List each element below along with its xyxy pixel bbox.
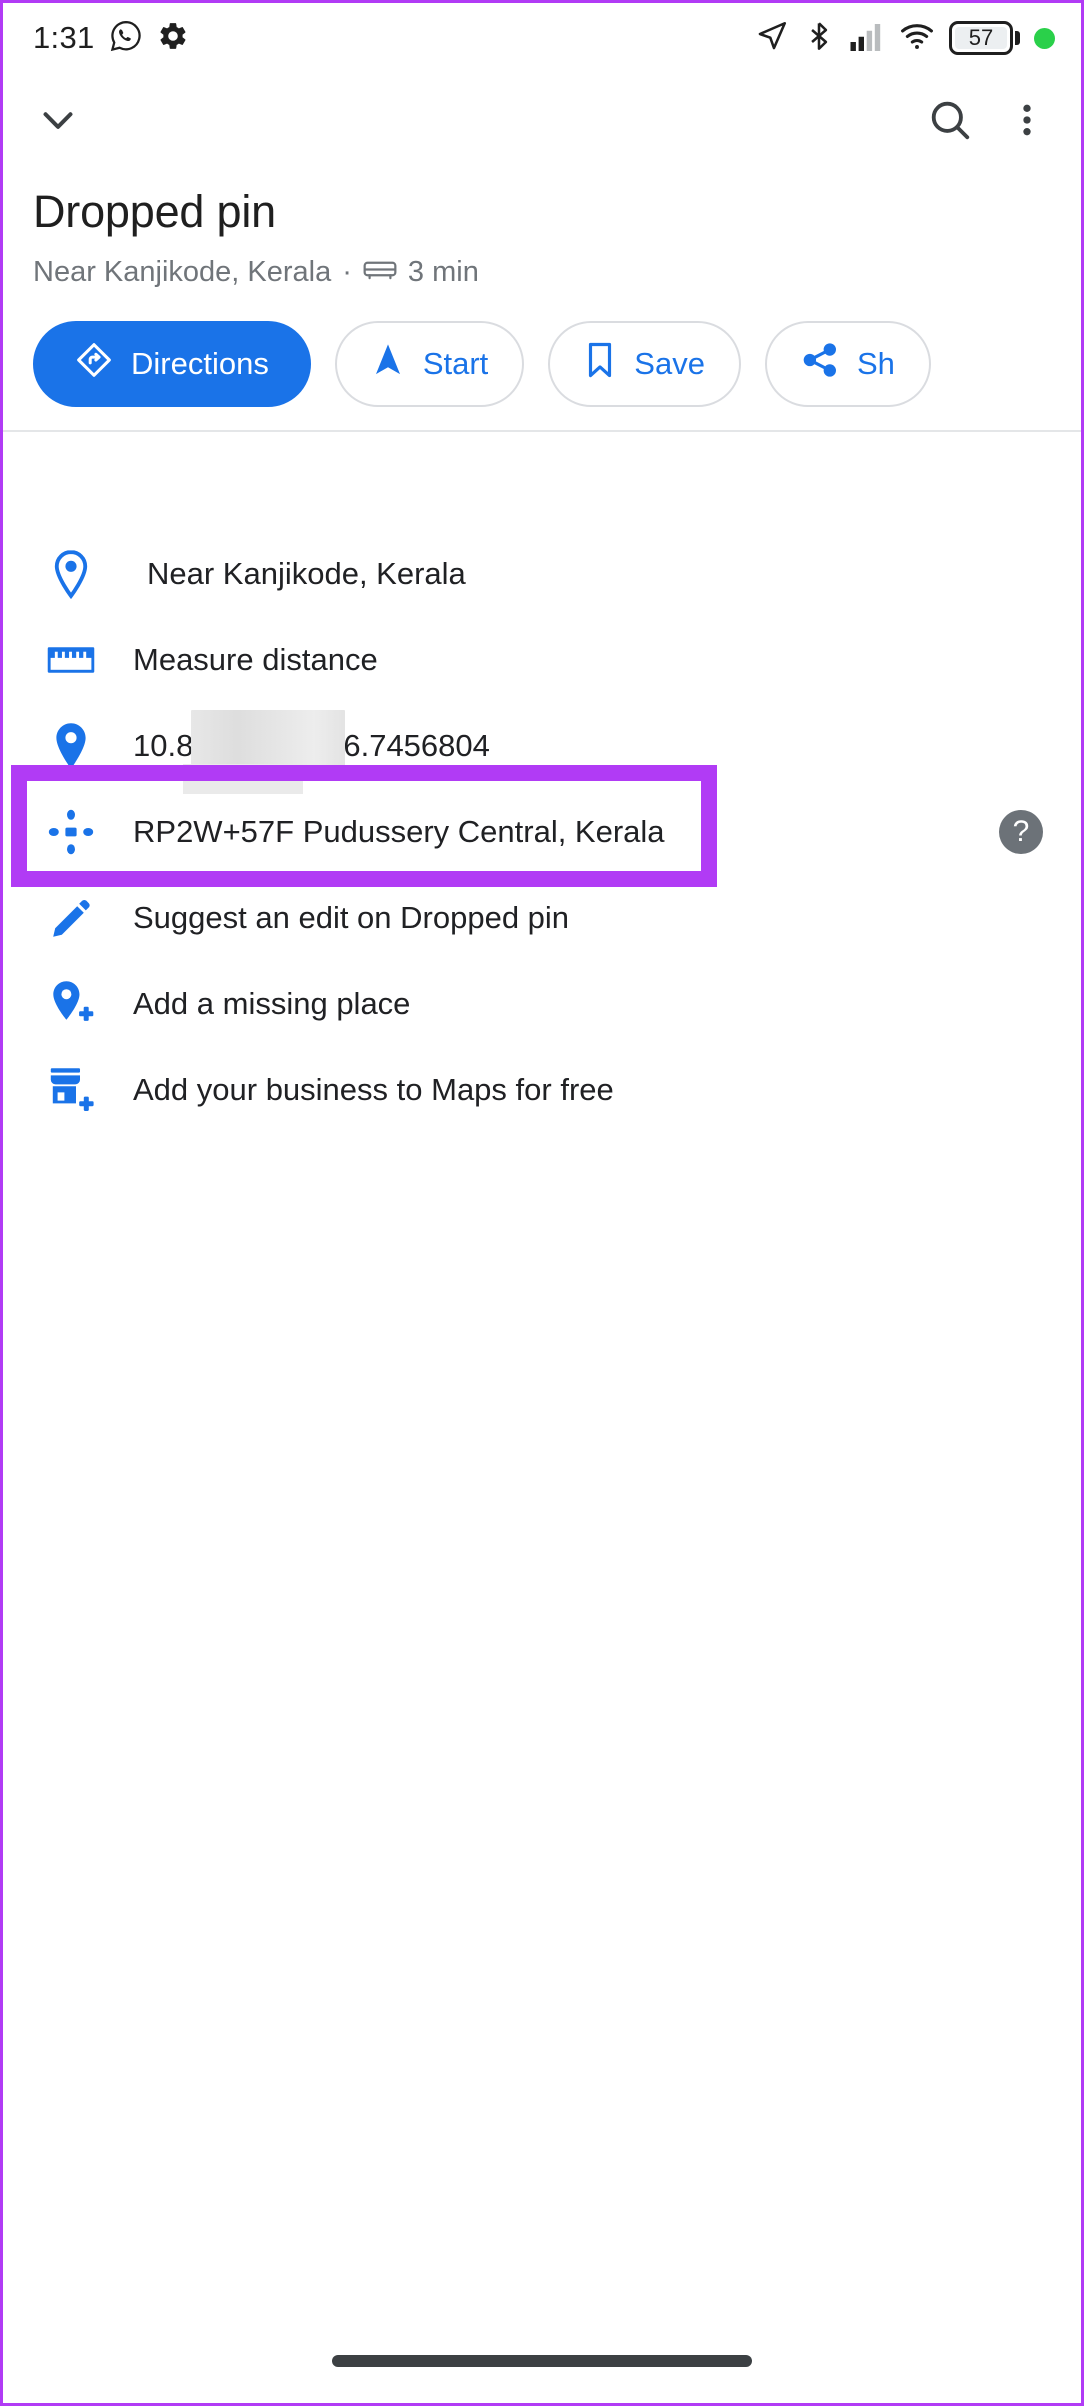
more-options-icon[interactable] [1007, 97, 1047, 148]
list-item-add-business-label: Add your business to Maps for free [133, 1072, 614, 1107]
list-item-plus-code[interactable]: RP2W+57F Pudussery Central, Kerala ? [3, 789, 1081, 875]
list-item-coordinates-label: 10.8 6.7456804 [109, 710, 490, 794]
gesture-navigation-bar[interactable] [332, 2355, 752, 2367]
action-button-row: Directions Start Save Sh [3, 312, 1081, 416]
subtitle-location: Near Kanjikode, Kerala [33, 256, 332, 288]
green-dot-indicator [1034, 27, 1055, 49]
list-item-measure-distance[interactable]: Measure distance [3, 617, 1081, 703]
wifi-icon [899, 21, 935, 56]
pencil-icon [33, 896, 109, 940]
bluetooth-icon [803, 20, 835, 57]
share-icon [801, 341, 839, 387]
bookmark-icon [584, 341, 616, 387]
subtitle-separator: · [342, 256, 352, 288]
map-pin-filled-icon [33, 721, 109, 771]
share-button[interactable]: Sh [764, 320, 931, 407]
start-button[interactable]: Start [334, 320, 525, 407]
add-place-icon [33, 979, 109, 1029]
whatsapp-icon [109, 19, 143, 58]
place-info-list: Near Kanjikode, Kerala Measure distance [3, 432, 1081, 1111]
list-item-address-label: Near Kanjikode, Kerala [147, 556, 466, 591]
gear-icon [157, 20, 189, 57]
place-subtitle: Near Kanjikode, Kerala · 3 min [33, 256, 1051, 290]
plus-code-icon [33, 808, 109, 856]
list-item-add-business[interactable]: Add your business to Maps for free [3, 1047, 1081, 1133]
status-bar-left: 1:31 [33, 19, 189, 58]
location-arrow-icon [755, 19, 789, 58]
place-header: Dropped pin Near Kanjikode, Kerala · 3 m… [3, 171, 1081, 290]
list-item-add-place-label: Add a missing place [133, 986, 411, 1021]
map-pin-icon [33, 549, 109, 599]
directions-button-label: Directions [131, 345, 269, 381]
list-item-add-place[interactable]: Add a missing place [3, 961, 1081, 1047]
battery-level-text: 57 [968, 25, 994, 50]
help-icon[interactable]: ? [999, 810, 1043, 854]
list-item-plus-code-label: RP2W+57F Pudussery Central, Kerala [133, 814, 665, 849]
share-button-label: Sh [856, 345, 895, 381]
list-item-measure-label: Measure distance [133, 642, 378, 677]
coordinates-suffix: 6.7456804 [343, 728, 490, 763]
coordinates-prefix: 10.8 [133, 728, 194, 763]
add-business-icon [33, 1065, 109, 1115]
list-item-address[interactable]: Near Kanjikode, Kerala [3, 531, 1081, 617]
ruler-icon [33, 645, 109, 675]
directions-button[interactable]: Directions [33, 320, 311, 407]
subtitle-travel-time: 3 min [407, 256, 479, 288]
list-item-suggest-edit-label: Suggest an edit on Dropped pin [133, 900, 570, 935]
page-title: Dropped pin [33, 186, 276, 237]
chevron-down-icon[interactable] [35, 97, 81, 148]
save-button[interactable]: Save [548, 320, 741, 407]
list-item-suggest-edit[interactable]: Suggest an edit on Dropped pin [3, 875, 1081, 961]
signal-bars-icon [849, 21, 885, 56]
battery-icon: 57 [949, 21, 1020, 55]
status-bar: 1:31 57 [3, 3, 1081, 73]
navigation-arrow-icon [371, 342, 405, 386]
coordinates-redaction-overlay [183, 710, 345, 794]
phone-screen: 1:31 57 Dropped pin Near Kanjikode, Kera… [0, 0, 1084, 2406]
status-clock: 1:31 [33, 20, 95, 55]
status-bar-right: 57 [755, 19, 1055, 58]
start-button-label: Start [422, 345, 489, 381]
search-icon[interactable] [927, 97, 973, 148]
plus-code-trailing: ? [999, 810, 1051, 854]
list-item-coordinates[interactable]: 10.8 6.7456804 [3, 703, 1081, 794]
directions-icon [75, 341, 113, 387]
app-top-bar [3, 73, 1081, 171]
car-icon [363, 256, 397, 290]
save-button-label: Save [634, 345, 705, 381]
